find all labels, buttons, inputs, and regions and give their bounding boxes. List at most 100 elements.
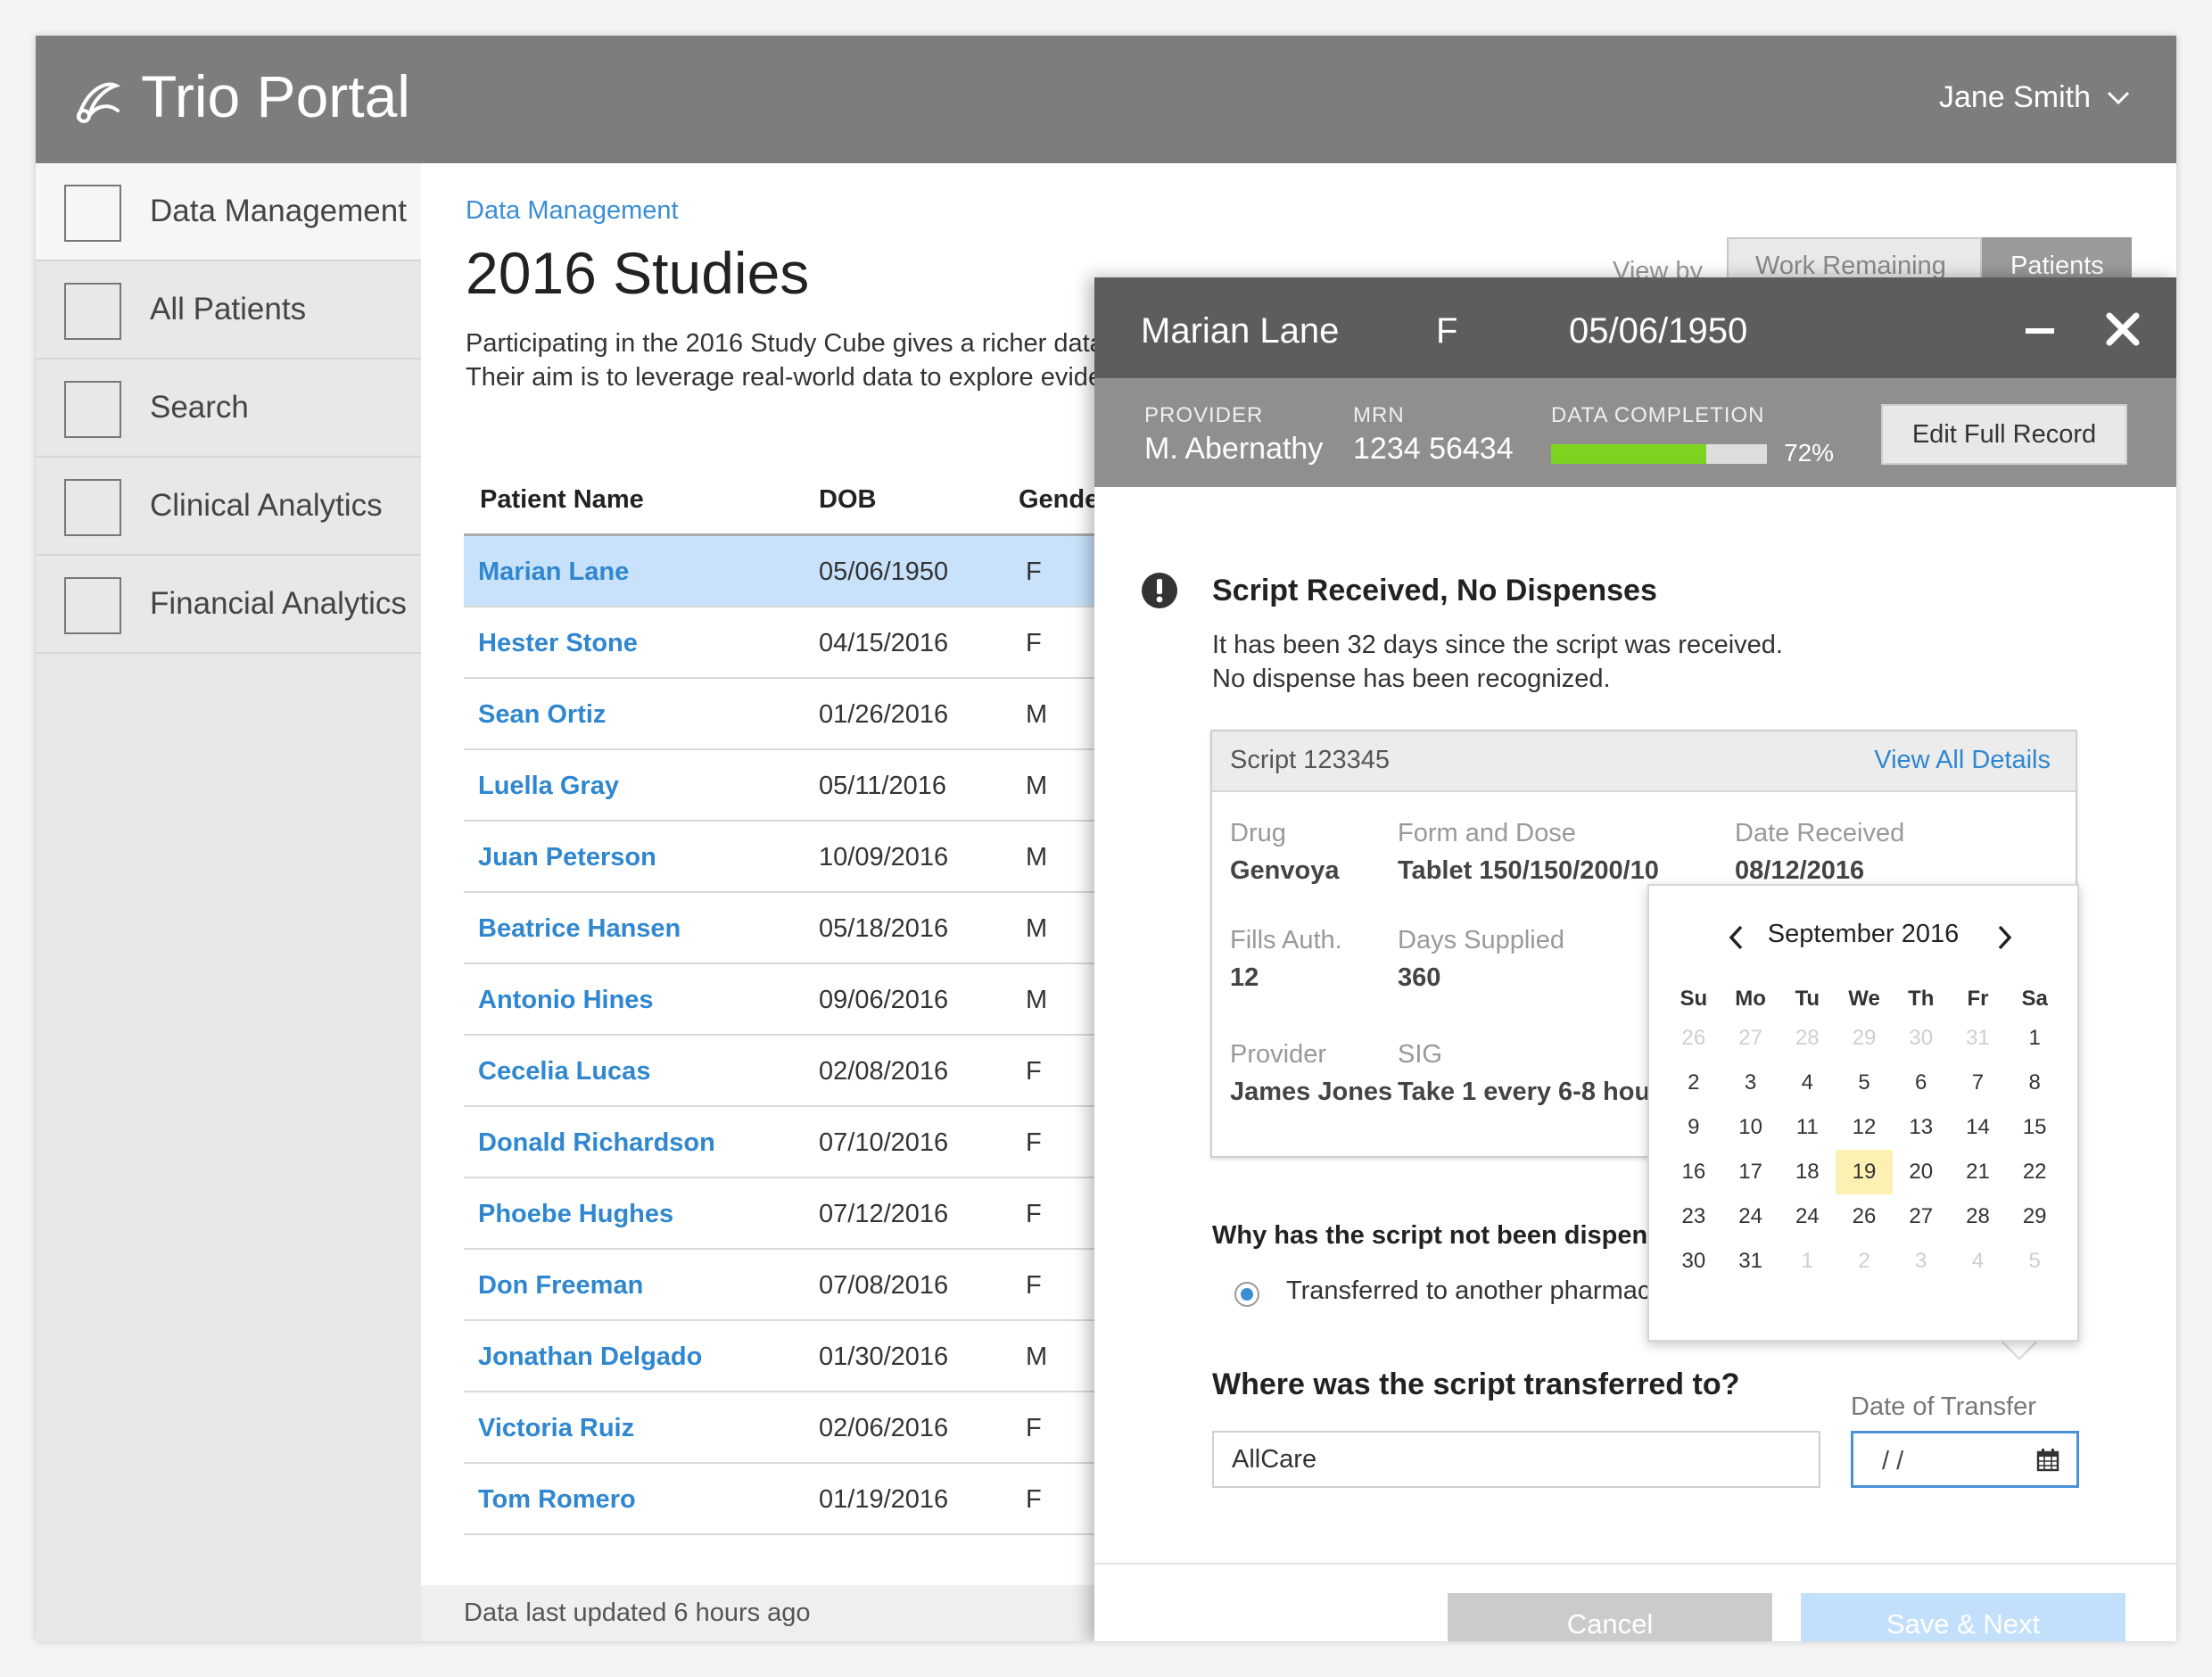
days-supplied-label: Days Supplied <box>1398 926 1564 954</box>
patient-name-cell[interactable]: Cecelia Lucas <box>478 1057 650 1086</box>
calendar-day[interactable]: 26 <box>1836 1194 1893 1239</box>
table-row[interactable]: Juan Peterson 10/09/2016 M <box>464 822 1142 893</box>
table-row[interactable]: Beatrice Hansen 05/18/2016 M <box>464 893 1142 964</box>
date-of-transfer-input[interactable]: / / <box>1851 1431 2079 1488</box>
calendar-day[interactable]: 30 <box>1665 1239 1722 1284</box>
table-row[interactable]: Jonathan Delgado 01/30/2016 M <box>464 1321 1142 1392</box>
patient-name-cell[interactable]: Phoebe Hughes <box>478 1200 673 1229</box>
calendar-day[interactable]: 31 <box>1950 1016 2007 1061</box>
calendar-day[interactable]: 2 <box>1665 1061 1722 1105</box>
patient-name-cell[interactable]: Donald Richardson <box>478 1128 715 1158</box>
view-all-details-link[interactable]: View All Details <box>1874 746 2051 775</box>
patient-name-cell[interactable]: Sean Ortiz <box>478 700 606 730</box>
calendar-day[interactable]: 29 <box>2006 1194 2063 1239</box>
patient-name-cell[interactable]: Marian Lane <box>478 558 629 587</box>
patient-name-cell[interactable]: Jonathan Delgado <box>478 1342 702 1372</box>
calendar-day[interactable]: 24 <box>1722 1194 1779 1239</box>
calendar-day[interactable]: 1 <box>2006 1016 2063 1061</box>
sidebar-item-financial-analytics[interactable]: Financial Analytics <box>36 556 421 654</box>
breadcrumb[interactable]: Data Management <box>466 196 679 226</box>
table-row[interactable]: Antonio Hines 09/06/2016 M <box>464 964 1142 1036</box>
patient-name-cell[interactable]: Antonio Hines <box>478 986 654 1015</box>
table-row[interactable]: Luella Gray 05/11/2016 M <box>464 750 1142 822</box>
calendar-day[interactable]: 3 <box>1722 1061 1779 1105</box>
calendar-day[interactable]: 10 <box>1722 1105 1779 1150</box>
calendar-day[interactable]: 16 <box>1665 1150 1722 1194</box>
table-row[interactable]: Sean Ortiz 01/26/2016 M <box>464 679 1142 750</box>
table-row[interactable]: Tom Romero 01/19/2016 F <box>464 1464 1142 1535</box>
calendar-day[interactable]: 3 <box>1893 1239 1950 1284</box>
calendar-day[interactable]: 29 <box>1836 1016 1893 1061</box>
table-row[interactable]: Marian Lane 05/06/1950 F <box>464 536 1142 607</box>
table-row[interactable]: Don Freeman 07/08/2016 F <box>464 1250 1142 1321</box>
calendar-day[interactable]: 17 <box>1722 1150 1779 1194</box>
calendar-day[interactable]: 1 <box>1779 1239 1836 1284</box>
calendar-day[interactable]: 13 <box>1893 1105 1950 1150</box>
calendar-day[interactable]: 21 <box>1950 1150 2007 1194</box>
script-provider-value: James Jones <box>1230 1078 1393 1106</box>
chevron-right-icon[interactable] <box>1993 923 2015 952</box>
user-menu[interactable]: Jane Smith <box>1939 80 2130 115</box>
sidebar-item-search[interactable]: Search <box>36 359 421 458</box>
calendar-day[interactable]: 5 <box>2006 1239 2063 1284</box>
calendar-day[interactable]: 14 <box>1950 1105 2007 1150</box>
calendar-day[interactable]: 27 <box>1893 1194 1950 1239</box>
patient-name-cell[interactable]: Beatrice Hansen <box>478 914 681 944</box>
sidebar-item-data-management[interactable]: Data Management <box>36 163 421 261</box>
calendar-day[interactable]: 6 <box>1893 1061 1950 1105</box>
calendar-day[interactable]: 9 <box>1665 1105 1722 1150</box>
calendar-day[interactable]: 28 <box>1779 1016 1836 1061</box>
calendar-day[interactable]: 8 <box>2006 1061 2063 1105</box>
sidebar-item-all-patients[interactable]: All Patients <box>36 261 421 359</box>
column-header-dob[interactable]: DOB <box>819 485 876 515</box>
calendar-day[interactable]: 4 <box>1950 1239 2007 1284</box>
calendar-day[interactable]: 2 <box>1836 1239 1893 1284</box>
data-management-icon <box>64 185 121 242</box>
calendar-day[interactable]: 19 <box>1836 1150 1893 1194</box>
dob-cell: 01/30/2016 <box>819 1342 949 1371</box>
edit-full-record-button[interactable]: Edit Full Record <box>1881 404 2127 465</box>
column-header-name[interactable]: Patient Name <box>480 485 644 515</box>
sidebar-item-clinical-analytics[interactable]: Clinical Analytics <box>36 458 421 556</box>
minimize-icon[interactable] <box>2022 313 2058 349</box>
calendar-day[interactable]: 31 <box>1722 1239 1779 1284</box>
mrn-label: MRN <box>1353 403 1405 427</box>
calendar-day[interactable]: 18 <box>1779 1150 1836 1194</box>
calendar-day[interactable]: 12 <box>1836 1105 1893 1150</box>
pharmacy-input[interactable]: AllCare <box>1212 1431 1820 1488</box>
calendar-icon[interactable] <box>2035 1448 2060 1473</box>
calendar-weekday: Sa <box>2021 987 2048 1011</box>
calendar-day[interactable]: 30 <box>1893 1016 1950 1061</box>
calendar-grid: Su Mo Tu We Th Fr Sa 26 27 28 29 30 31 1 2 3 4 5 6 7 8 9 10 11… <box>1665 982 2063 1284</box>
table-row[interactable]: Hester Stone 04/15/2016 F <box>464 607 1142 679</box>
cancel-button[interactable]: Cancel <box>1448 1593 1772 1641</box>
transferred-radio[interactable] <box>1234 1282 1259 1307</box>
table-row[interactable]: Phoebe Hughes 07/12/2016 F <box>464 1178 1142 1250</box>
table-row[interactable]: Donald Richardson 07/10/2016 F <box>464 1107 1142 1178</box>
calendar-day[interactable]: 27 <box>1722 1016 1779 1061</box>
table-row[interactable]: Victoria Ruiz 02/06/2016 F <box>464 1392 1142 1464</box>
close-icon[interactable] <box>2102 309 2143 350</box>
save-next-button[interactable]: Save & Next <box>1801 1593 2125 1641</box>
patient-name-cell[interactable]: Hester Stone <box>478 629 638 658</box>
calendar-day[interactable]: 26 <box>1665 1016 1722 1061</box>
panel-footer-divider <box>1094 1563 2176 1565</box>
calendar-day[interactable]: 7 <box>1950 1061 2007 1105</box>
gender-cell: F <box>1026 1485 1042 1514</box>
calendar-day[interactable]: 5 <box>1836 1061 1893 1105</box>
patient-name-cell[interactable]: Luella Gray <box>478 772 619 801</box>
patient-name-cell[interactable]: Victoria Ruiz <box>478 1414 634 1443</box>
calendar-day[interactable]: 15 <box>2006 1105 2063 1150</box>
patient-name-cell[interactable]: Tom Romero <box>478 1485 636 1515</box>
calendar-day[interactable]: 4 <box>1779 1061 1836 1105</box>
calendar-day[interactable]: 20 <box>1893 1150 1950 1194</box>
patient-name-cell[interactable]: Don Freeman <box>478 1271 643 1301</box>
transferred-radio-label[interactable]: Transferred to another pharmacy <box>1286 1276 1663 1306</box>
patient-name-cell[interactable]: Juan Peterson <box>478 843 656 872</box>
calendar-day[interactable]: 28 <box>1950 1194 2007 1239</box>
calendar-day[interactable]: 23 <box>1665 1194 1722 1239</box>
table-row[interactable]: Cecelia Lucas 02/08/2016 F <box>464 1036 1142 1107</box>
calendar-day[interactable]: 11 <box>1779 1105 1836 1150</box>
calendar-day[interactable]: 22 <box>2006 1150 2063 1194</box>
calendar-day[interactable]: 24 <box>1779 1194 1836 1239</box>
